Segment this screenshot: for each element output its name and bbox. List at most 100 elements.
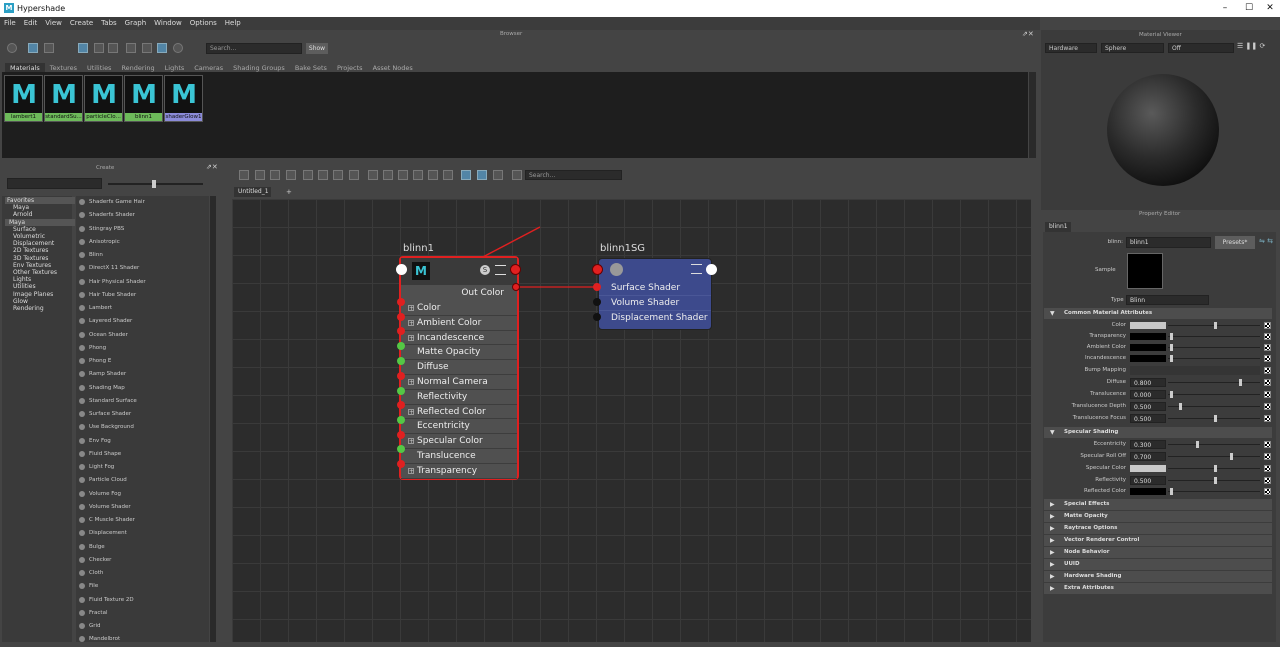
translucence-depth-field[interactable]: 0.500 [1130, 402, 1166, 411]
create-item[interactable]: Layered Shader [76, 315, 209, 328]
slider-handle[interactable] [1196, 441, 1199, 448]
surface-shader-port[interactable] [593, 283, 601, 291]
map-button-icon[interactable] [1264, 391, 1271, 398]
tree-item[interactable]: 2D Textures [5, 247, 75, 254]
translucence-field[interactable]: 0.000 [1130, 390, 1166, 399]
tab-untitled[interactable]: Untitled_1 [234, 187, 271, 197]
list-view-icon[interactable] [44, 43, 54, 53]
sg-attr-row[interactable]: Displacement Shader [599, 311, 711, 326]
incandescence-slider[interactable] [1168, 358, 1260, 359]
layout-icon[interactable] [383, 170, 393, 180]
slider-handle[interactable] [1214, 465, 1217, 472]
tree-item[interactable]: Volumetric [5, 233, 75, 240]
attr-port[interactable] [397, 372, 405, 380]
attr-row[interactable]: Diffuse [401, 360, 517, 375]
slider-handle[interactable] [1170, 333, 1173, 340]
specular-color-swatch[interactable] [1130, 465, 1166, 472]
create-item[interactable]: Env Fog [76, 435, 209, 448]
attr-row[interactable]: Eccentricity [401, 419, 517, 435]
create-item[interactable]: Phong E [76, 355, 209, 368]
large-icons-icon[interactable] [108, 43, 118, 53]
section-raytrace[interactable]: ▶ Raytrace Options [1044, 523, 1272, 534]
create-item[interactable]: Use Background [76, 421, 209, 434]
map-button-icon[interactable] [1264, 344, 1271, 351]
swatch-toggle-icon[interactable]: S [480, 265, 490, 275]
create-item[interactable]: Anisotropic [76, 236, 209, 249]
attr-port[interactable] [397, 416, 405, 424]
slider-handle[interactable] [152, 180, 156, 188]
eccentricity-slider[interactable] [1168, 444, 1260, 445]
expand-icon[interactable]: + [408, 438, 414, 445]
slider-handle[interactable] [1214, 322, 1217, 329]
type-select[interactable]: Blinn [1126, 295, 1209, 305]
input-port[interactable] [396, 264, 407, 275]
graph-tool-icon[interactable] [443, 170, 453, 180]
reflected-color-slider[interactable] [1168, 491, 1260, 492]
menu-help[interactable]: Help [221, 17, 245, 30]
expand-icon[interactable]: + [408, 334, 414, 341]
diffuse-slider[interactable] [1168, 382, 1260, 383]
tree-item[interactable]: Utilities [5, 283, 75, 290]
browser-scrollbar[interactable] [1029, 72, 1036, 158]
reflected-color-swatch[interactable] [1130, 488, 1166, 495]
graph-tool-icon[interactable] [349, 170, 359, 180]
eccentricity-field[interactable]: 0.300 [1130, 440, 1166, 449]
create-item[interactable]: C Muscle Shader [76, 514, 209, 527]
float-icon[interactable]: ⇗✕ [206, 163, 218, 171]
graph-search-input[interactable]: Search... [525, 170, 622, 180]
search-icon[interactable] [428, 170, 438, 180]
create-item[interactable]: Lambert [76, 302, 209, 315]
attr-row[interactable]: + Transparency [401, 464, 517, 479]
menu-options[interactable]: Options [186, 17, 221, 30]
shape-select[interactable]: Sphere [1101, 43, 1164, 53]
tab-blinn[interactable]: blinn1 [1045, 222, 1071, 232]
map-button-icon[interactable] [1264, 333, 1271, 340]
renderer-select[interactable]: Hardware [1045, 43, 1097, 53]
map-button-icon[interactable] [1264, 488, 1271, 495]
env-select[interactable]: Off [1168, 43, 1234, 53]
graph-tool-icon[interactable] [493, 170, 503, 180]
browser-search-input[interactable]: Search... [206, 43, 302, 54]
slider-handle[interactable] [1239, 379, 1242, 386]
tree-item[interactable]: Env Textures [5, 262, 75, 269]
ambient-slider[interactable] [1168, 347, 1260, 348]
slider-handle[interactable] [1214, 477, 1217, 484]
attr-row[interactable]: + Ambient Color [401, 316, 517, 331]
tree-item[interactable]: Maya [5, 204, 75, 211]
reflectivity-field[interactable]: 0.500 [1130, 476, 1166, 485]
name-field[interactable]: blinn1 [1126, 237, 1211, 248]
create-item[interactable]: Light Fog [76, 461, 209, 474]
tree-item[interactable]: 3D Textures [5, 255, 75, 262]
attr-port[interactable] [397, 387, 405, 395]
small-icons-icon[interactable] [78, 43, 88, 53]
create-item[interactable]: Volume Fog [76, 488, 209, 501]
create-item[interactable]: Ocean Shader [76, 329, 209, 342]
slider-handle[interactable] [1170, 488, 1173, 495]
blinn-node[interactable]: M S Out Color + Color + Ambient Color + Inc… [399, 256, 519, 480]
create-item[interactable]: Mandelbrot [76, 633, 209, 646]
create-item[interactable]: Stingray PBS [76, 223, 209, 236]
map-button-icon[interactable] [1264, 355, 1271, 362]
menu-view[interactable]: View [41, 17, 66, 30]
map-button-icon[interactable] [1264, 477, 1271, 484]
tree-item[interactable]: Rendering [5, 305, 75, 312]
sg-attr-row[interactable]: Surface Shader [599, 281, 711, 296]
tree-item[interactable]: Glow [5, 298, 75, 305]
transparency-slider[interactable] [1168, 336, 1260, 337]
material-swatch[interactable]: MshaderGlow1 [164, 75, 203, 122]
sg-attr-row[interactable]: Volume Shader [599, 296, 711, 311]
section-vector-renderer[interactable]: ▶ Vector Renderer Control [1044, 535, 1272, 546]
presets-button[interactable]: Presets* [1215, 236, 1255, 249]
attr-row[interactable]: + Color [401, 301, 517, 316]
grid-snap-icon[interactable] [461, 170, 471, 180]
menu-edit[interactable]: Edit [20, 17, 42, 30]
section-node-behavior[interactable]: ▶ Node Behavior [1044, 547, 1272, 558]
bump-field[interactable] [1130, 366, 1260, 375]
create-scrollbar[interactable] [210, 196, 216, 642]
sort-time-icon[interactable] [157, 43, 167, 53]
attr-port[interactable] [397, 445, 405, 453]
menu-window[interactable]: Window [150, 17, 186, 30]
sort-type-icon[interactable] [142, 43, 152, 53]
section-extra-attributes[interactable]: ▶ Extra Attributes [1044, 583, 1272, 594]
tree-item[interactable]: Image Planes [5, 291, 75, 298]
